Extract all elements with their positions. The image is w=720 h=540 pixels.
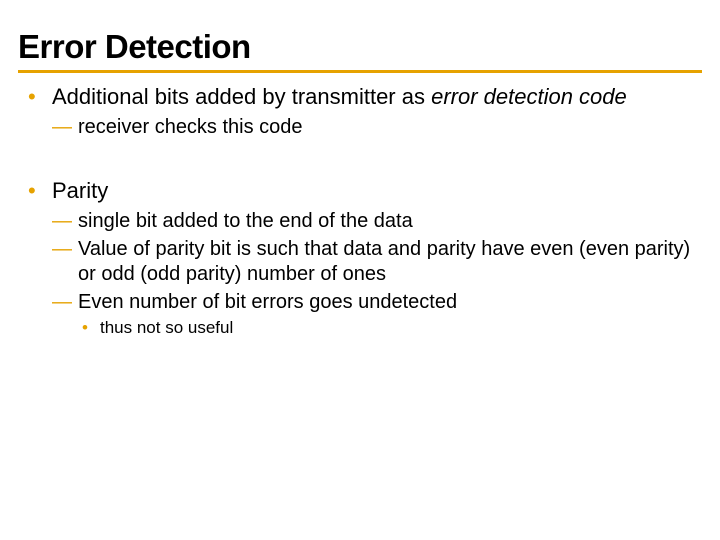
- bullet-text-em: error detection code: [431, 84, 627, 109]
- subsub-item: thus not so useful: [78, 317, 692, 339]
- sub-item: Even number of bit errors goes undetecte…: [52, 290, 692, 340]
- subsub-list: thus not so useful: [78, 317, 692, 339]
- sub-item: single bit added to the end of the data: [52, 209, 692, 235]
- subsub-item-text: thus not so useful: [100, 318, 233, 337]
- slide-body: Additional bits added by transmitter as …: [18, 83, 702, 339]
- sub-item-text: Value of parity bit is such that data an…: [78, 238, 690, 286]
- bullet-item: Parity single bit added to the end of th…: [24, 177, 692, 340]
- spacer: [24, 147, 692, 177]
- bullet-list: Additional bits added by transmitter as …: [24, 83, 692, 339]
- bullet-text-pre: Additional bits added by transmitter as: [52, 84, 431, 109]
- sub-item-text: receiver checks this code: [78, 116, 303, 138]
- sub-item: Value of parity bit is such that data an…: [52, 237, 692, 288]
- sub-list: receiver checks this code: [52, 115, 692, 141]
- bullet-item: Additional bits added by transmitter as …: [24, 83, 692, 141]
- sub-item-text: Even number of bit errors goes undetecte…: [78, 291, 457, 313]
- sub-list: single bit added to the end of the data …: [52, 209, 692, 339]
- title-rule: [18, 70, 702, 73]
- page-title: Error Detection: [18, 28, 702, 70]
- sub-item-text: single bit added to the end of the data: [78, 210, 413, 232]
- slide: Error Detection Additional bits added by…: [0, 0, 720, 540]
- bullet-text: Parity: [52, 178, 108, 203]
- sub-item: receiver checks this code: [52, 115, 692, 141]
